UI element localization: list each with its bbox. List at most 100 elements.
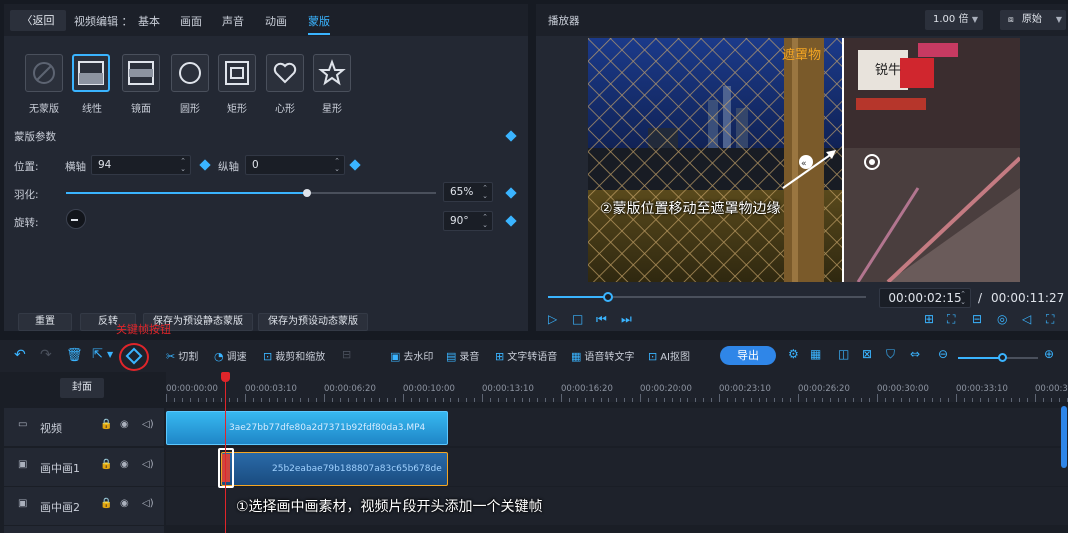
- layout-icon[interactable]: ⊞: [924, 312, 934, 326]
- storyboard-icon[interactable]: ▦: [810, 347, 821, 361]
- rotate-keyframe-icon[interactable]: [505, 215, 517, 227]
- keyframe-marker[interactable]: [222, 454, 230, 482]
- split-view-icon[interactable]: ⊟: [972, 312, 982, 326]
- mask-rect-button[interactable]: [218, 54, 256, 92]
- ruler-tick-mark: [932, 398, 934, 402]
- mask-none-button[interactable]: [25, 54, 63, 92]
- redo-icon[interactable]: ↷: [40, 347, 52, 363]
- grid-icon[interactable]: ⊠: [862, 347, 872, 361]
- y-keyframe-icon[interactable]: [349, 159, 361, 171]
- zoom-slider[interactable]: [958, 353, 1038, 362]
- position-label: 位置:: [14, 161, 39, 173]
- rotate-dial[interactable]: [66, 209, 86, 229]
- x-keyframe-icon[interactable]: [199, 159, 211, 171]
- cut-button[interactable]: ✂ 切割: [166, 348, 198, 363]
- mask-linear-button[interactable]: [72, 54, 110, 92]
- rotate-input[interactable]: 90° ⌃ ⌄: [443, 211, 493, 231]
- aspect-ratio-select[interactable]: ⧈ 原始 ▼: [1000, 10, 1066, 30]
- speech-to-text-button[interactable]: ▦ 语音转文字: [571, 348, 634, 363]
- cover-button[interactable]: 封面: [60, 378, 104, 398]
- disabled-tool-button[interactable]: ⊟: [342, 348, 354, 361]
- ruler-tick-mark: [592, 398, 594, 402]
- fit-width-icon[interactable]: ⇔: [910, 347, 920, 361]
- crop-icon[interactable]: ⛶: [947, 312, 955, 327]
- time-stepper-icon[interactable]: ⌃ ⌄: [958, 290, 968, 306]
- tab-animation[interactable]: 动画: [265, 13, 287, 29]
- reset-button[interactable]: 重置: [18, 313, 72, 331]
- stop-icon[interactable]: □: [572, 312, 583, 326]
- speed-select[interactable]: 1.00 倍 ▼: [925, 10, 983, 30]
- x-axis-input[interactable]: 94 ⌃ ⌄: [91, 155, 191, 175]
- fullscreen-icon[interactable]: ⛶: [1046, 312, 1054, 327]
- lock-icon[interactable]: 🔒: [100, 419, 112, 430]
- feather-keyframe-icon[interactable]: [505, 187, 517, 199]
- playhead-handle[interactable]: [221, 372, 230, 382]
- save-dynamic-preset-button[interactable]: 保存为预设动态蒙版: [258, 313, 368, 331]
- mask-heart-button[interactable]: [266, 54, 304, 92]
- ruler-tick-mark: [505, 398, 507, 402]
- ruler-tick-mark: [853, 398, 855, 402]
- timeline-panel: 封面 00:00:00:00 00:00:03:10 00:00:06:20 00:0…: [0, 372, 1068, 533]
- tab-mask[interactable]: 蒙版: [308, 13, 330, 29]
- record-button[interactable]: ▤ 录音: [446, 348, 479, 363]
- tab-sound[interactable]: 声音: [222, 13, 244, 29]
- export-button[interactable]: 导出: [720, 346, 776, 365]
- tab-picture[interactable]: 画面: [180, 13, 202, 29]
- speaker-icon[interactable]: ◁): [142, 498, 154, 509]
- feather-stepper-icon[interactable]: ⌃ ⌄: [480, 184, 490, 200]
- rotate-stepper-icon[interactable]: ⌃ ⌄: [480, 213, 490, 229]
- snapshot-icon[interactable]: ◎: [997, 312, 1007, 326]
- vertical-scrollbar[interactable]: [1061, 406, 1067, 468]
- pip-clip[interactable]: 25b2eabae79b188807a83c65b678de: [221, 452, 448, 486]
- feather-slider[interactable]: [66, 189, 436, 197]
- zoom-slider-handle[interactable]: [998, 353, 1007, 362]
- play-icon[interactable]: ▷: [548, 312, 557, 326]
- playback-progress-handle[interactable]: [603, 292, 614, 302]
- eye-icon[interactable]: ◉: [120, 459, 129, 470]
- y-axis-input[interactable]: 0 ⌃ ⌄: [245, 155, 345, 175]
- next-frame-icon[interactable]: ⏭: [621, 312, 632, 327]
- pip-clip-filename: 25b2eabae79b188807a83c65b678de: [272, 464, 442, 474]
- eye-icon[interactable]: ◉: [120, 419, 129, 430]
- lock-icon[interactable]: 🔒: [100, 498, 112, 509]
- mask-star-button[interactable]: [313, 54, 351, 92]
- undo-icon[interactable]: ↶: [14, 347, 26, 363]
- params-keyframe-icon[interactable]: [505, 130, 517, 142]
- playback-progress-bar[interactable]: [548, 292, 866, 302]
- current-time-input[interactable]: 00:00:02:15 ⌃ ⌄: [879, 288, 971, 308]
- back-button[interactable]: 〈返回: [10, 10, 66, 31]
- volume-icon[interactable]: ◁: [1022, 312, 1031, 326]
- remove-watermark-button[interactable]: ▣ 去水印: [390, 348, 433, 363]
- speed-button[interactable]: ◔ 调速: [214, 348, 247, 363]
- settings-icon[interactable]: ⚙: [788, 347, 799, 361]
- feather-slider-handle[interactable]: [302, 189, 311, 197]
- split-track-icon[interactable]: ◫: [838, 347, 849, 361]
- ruler-tick-mark: [948, 398, 950, 402]
- speaker-icon[interactable]: ◁): [142, 419, 154, 430]
- video-preview[interactable]: 锐牛 « 遮罩物 ②蒙版位置移动至遮罩物边缘: [588, 38, 1020, 282]
- zoom-out-icon[interactable]: ⊖: [938, 347, 948, 361]
- chevron-down-icon[interactable]: ▼: [107, 350, 113, 359]
- speaker-icon[interactable]: ◁): [142, 459, 154, 470]
- zoom-in-icon[interactable]: ⊕: [1044, 347, 1054, 361]
- feather-input[interactable]: 65% ⌃ ⌄: [443, 182, 493, 202]
- ruler-tick-mark: [1011, 398, 1013, 402]
- select-pointer-icon[interactable]: ⇱: [92, 347, 103, 362]
- previous-frame-icon[interactable]: ⏮: [596, 312, 607, 327]
- video-clip[interactable]: 3ae27bb77dfe80a2d7371b92fdf80da3.MP4: [166, 411, 448, 445]
- y-axis-stepper-icon[interactable]: ⌃ ⌄: [332, 157, 342, 173]
- text-to-speech-label: 文字转语音: [507, 352, 558, 363]
- shield-icon[interactable]: ⛉: [886, 347, 895, 362]
- mask-circle-button[interactable]: [171, 54, 209, 92]
- ruler-tick-mark: [884, 398, 886, 402]
- x-axis-stepper-icon[interactable]: ⌃ ⌄: [178, 157, 188, 173]
- mask-mirror-button[interactable]: [122, 54, 160, 92]
- lock-icon[interactable]: 🔒: [100, 459, 112, 470]
- eye-icon[interactable]: ◉: [120, 498, 129, 509]
- tab-basic[interactable]: 基本: [138, 13, 160, 29]
- crop-zoom-button[interactable]: ⊡ 裁剪和缩放: [263, 348, 325, 363]
- ruler-tick-mark: [458, 398, 460, 402]
- delete-icon[interactable]: 🗑: [66, 348, 83, 363]
- text-to-speech-button[interactable]: ⊞ 文字转语音: [495, 348, 557, 363]
- ai-cutout-button[interactable]: ⊡ AI抠图: [648, 348, 690, 363]
